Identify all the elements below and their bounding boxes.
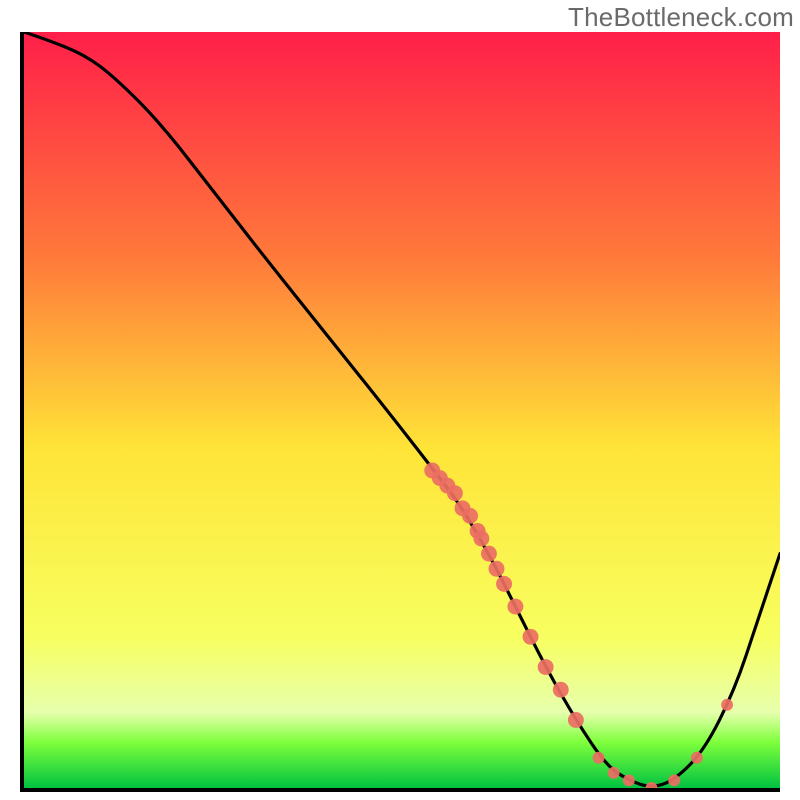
marker-dot [496, 576, 512, 592]
marker-dot [462, 508, 478, 524]
marker-dot [507, 599, 523, 615]
marker-dot [593, 752, 605, 764]
marker-dot [721, 699, 733, 711]
marker-dot [668, 774, 680, 786]
marker-dot [473, 531, 489, 547]
marker-dot [481, 546, 497, 562]
plot-area [20, 32, 780, 792]
chart-svg [24, 32, 780, 788]
chart-stage: TheBottleneck.com [0, 0, 800, 800]
marker-dot [489, 561, 505, 577]
marker-dot [623, 774, 635, 786]
marker-dot [608, 767, 620, 779]
marker-dot [553, 682, 569, 698]
marker-dot [538, 659, 554, 675]
marker-dot [523, 629, 539, 645]
watermark-text: TheBottleneck.com [568, 2, 794, 33]
marker-dot [691, 752, 703, 764]
marker-dot [447, 485, 463, 501]
marker-dot [568, 712, 584, 728]
